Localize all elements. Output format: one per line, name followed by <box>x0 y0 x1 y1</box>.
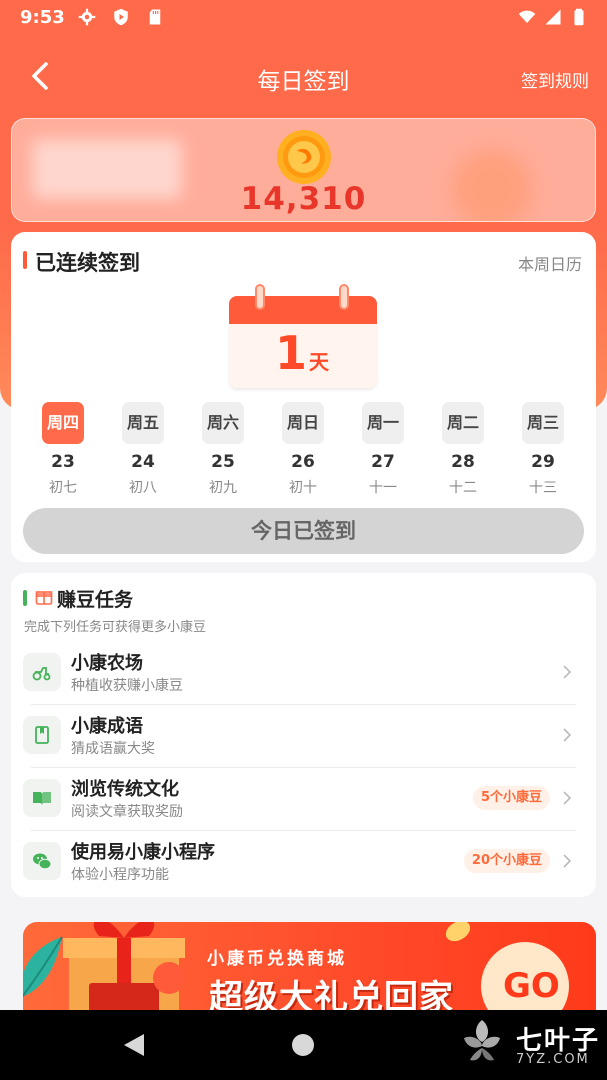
nav-home-icon[interactable] <box>292 1034 314 1056</box>
signal-icon <box>545 9 561 25</box>
streak-title: 已连续签到 <box>35 251 140 275</box>
task-desc: 种植收获赚小康豆 <box>71 678 183 694</box>
streak-days-value: 1 <box>275 326 308 380</box>
system-navigation-bar: 七叶子 7YZ.COM <box>0 1010 607 1080</box>
coin-balance-card: 14,310 <box>11 118 596 222</box>
day-item: 周五 24 初八 <box>103 402 183 497</box>
day-date: 24 <box>131 452 155 472</box>
mall-promo-banner[interactable]: 小康币兑换商城 超级大礼兑回家 GO <box>23 922 596 1010</box>
checkin-card: 已连续签到 本周日历 1 天 周四 23 初七 周五 24 初八 周六 25 初… <box>11 232 596 562</box>
day-date: 26 <box>291 452 315 472</box>
task-item-miniprogram[interactable]: 使用易小康小程序 体验小程序功能 20个小康豆 <box>23 830 576 892</box>
sd-card-icon <box>149 9 161 25</box>
page-title: 每日签到 <box>257 69 350 95</box>
checked-in-button[interactable]: 今日已签到 <box>23 508 584 554</box>
streak-days-unit: 天 <box>309 350 329 374</box>
task-name: 小康农场 <box>71 653 143 674</box>
checkin-rules-link[interactable]: 签到规则 <box>521 67 589 92</box>
status-bar: 9:53 <box>0 0 607 36</box>
battery-icon <box>574 8 584 26</box>
day-weekday: 周五 <box>122 402 164 444</box>
day-lunar: 初八 <box>129 480 157 496</box>
calendar-icon: 1 天 <box>229 284 379 388</box>
settings-icon <box>78 8 96 26</box>
day-date: 23 <box>51 452 75 472</box>
task-name: 使用易小康小程序 <box>71 842 215 863</box>
day-item: 周三 29 十三 <box>503 402 583 497</box>
section-marker <box>23 251 27 269</box>
task-desc: 阅读文章获取奖励 <box>71 804 183 820</box>
open-book-icon <box>33 792 51 805</box>
title-bar: 每日签到 签到规则 <box>0 50 607 106</box>
day-item: 周日 26 初十 <box>263 402 343 497</box>
day-item: 周四 23 初七 <box>23 402 103 497</box>
task-item-farm[interactable]: 小康农场 种植收获赚小康豆 <box>23 641 576 703</box>
day-lunar: 初九 <box>209 480 237 496</box>
chevron-right-icon <box>563 665 572 679</box>
task-item-culture[interactable]: 浏览传统文化 阅读文章获取奖励 5个小康豆 <box>23 767 576 829</box>
status-time: 9:53 <box>20 7 65 28</box>
day-lunar: 十一 <box>369 480 397 496</box>
wechat-icon <box>33 853 52 870</box>
day-date: 28 <box>451 452 475 472</box>
watermark-site: 7YZ.COM <box>516 1052 590 1067</box>
day-weekday: 周四 <box>42 402 84 444</box>
task-icon-box <box>23 842 61 880</box>
calendar-ring <box>339 284 349 310</box>
task-name: 浏览传统文化 <box>71 779 179 800</box>
day-weekday: 周二 <box>442 402 484 444</box>
section-marker <box>23 590 27 606</box>
day-item: 周二 28 十二 <box>423 402 503 497</box>
day-item: 周一 27 十一 <box>343 402 423 497</box>
day-date: 25 <box>211 452 235 472</box>
chevron-right-icon <box>563 854 572 868</box>
day-date: 29 <box>531 452 555 472</box>
week-calendar-link[interactable]: 本周日历 <box>518 251 582 275</box>
coin-icon <box>277 130 331 184</box>
task-icon-box <box>23 653 61 691</box>
watermark: 七叶子 7YZ.COM <box>460 1016 600 1076</box>
task-name: 小康成语 <box>71 716 143 737</box>
wifi-icon <box>518 10 536 23</box>
day-lunar: 十二 <box>449 480 477 496</box>
day-lunar: 初七 <box>49 480 77 496</box>
go-button[interactable]: GO <box>503 966 560 1006</box>
task-icon-box <box>23 716 61 754</box>
day-weekday: 周一 <box>362 402 404 444</box>
day-lunar: 十三 <box>529 480 557 496</box>
task-desc: 体验小程序功能 <box>71 867 169 883</box>
day-weekday: 周日 <box>282 402 324 444</box>
shield-play-icon <box>114 8 128 26</box>
day-weekday: 周六 <box>202 402 244 444</box>
day-date: 27 <box>371 452 395 472</box>
task-reward-badge: 20个小康豆 <box>463 849 550 873</box>
tasks-subtitle: 完成下列任务可获得更多小康豆 <box>24 620 207 635</box>
calendar-ring <box>255 284 265 310</box>
chevron-right-icon <box>563 791 572 805</box>
tasks-title: 赚豆任务 <box>57 589 134 611</box>
task-item-idiom[interactable]: 小康成语 猜成语赢大奖 <box>23 704 576 766</box>
coin-decoration-icon <box>445 922 471 942</box>
gift-box-icon <box>35 591 53 605</box>
nav-back-icon[interactable] <box>122 1032 146 1058</box>
gift-box-decoration-icon <box>63 922 185 1010</box>
tractor-icon <box>32 667 51 681</box>
task-desc: 猜成语赢大奖 <box>71 741 155 757</box>
task-reward-badge: 5个小康豆 <box>472 786 550 810</box>
week-days-row: 周四 23 初七 周五 24 初八 周六 25 初九 周日 26 初十 周一 2… <box>23 402 583 497</box>
book-icon <box>35 726 49 744</box>
chevron-right-icon <box>563 728 572 742</box>
day-lunar: 初十 <box>289 480 317 496</box>
banner-subtitle: 小康币兑换商城 <box>207 949 347 969</box>
banner-title: 超级大礼兑回家 <box>209 978 454 1010</box>
day-weekday: 周三 <box>522 402 564 444</box>
earn-beans-tasks-card: 赚豆任务 完成下列任务可获得更多小康豆 小康农场 种植收获赚小康豆 小康成语 猜… <box>11 573 596 897</box>
calendar-header <box>229 296 377 326</box>
watermark-logo-icon <box>464 1020 500 1061</box>
coin-amount: 14,310 <box>240 181 367 217</box>
day-item: 周六 25 初九 <box>183 402 263 497</box>
task-icon-box <box>23 779 61 817</box>
